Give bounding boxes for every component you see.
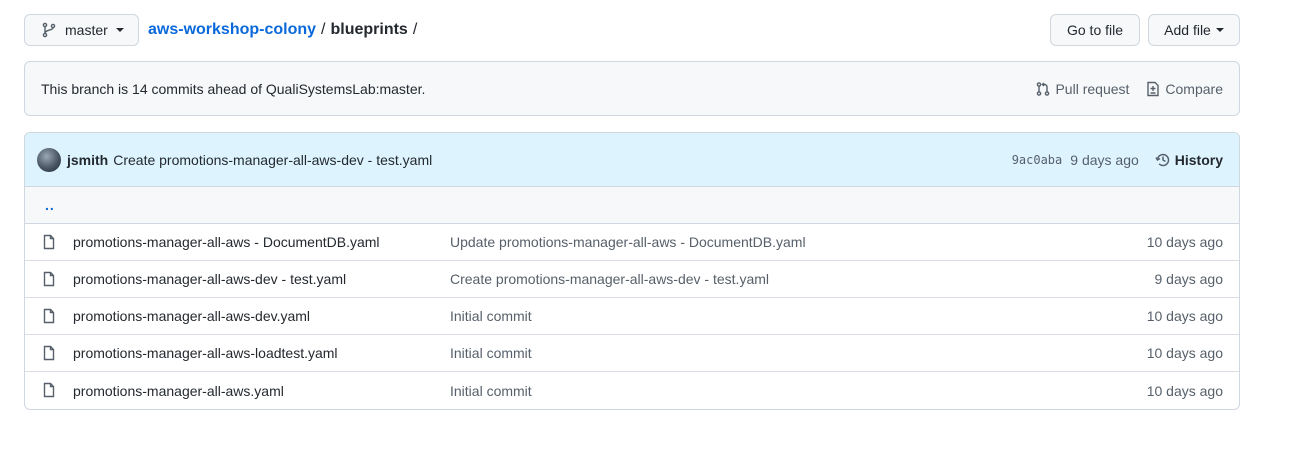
breadcrumb-current-dir: blueprints [330,21,408,38]
branch-name: master [65,22,108,38]
file-commit-message-link[interactable]: Create promotions-manager-all-aws-dev - … [450,271,769,287]
file-name-link[interactable]: promotions-manager-all-aws - DocumentDB.… [73,234,380,250]
file-name-link[interactable]: promotions-manager-all-aws.yaml [73,383,284,399]
file-commit-age: 10 days ago [1146,345,1223,361]
file-row: promotions-manager-all-aws-loadtest.yaml… [25,335,1239,372]
history-label: History [1174,151,1223,168]
file-commit-message-link[interactable]: Initial commit [450,383,532,399]
file-commit-message-link[interactable]: Initial commit [450,345,532,361]
file-name-link[interactable]: promotions-manager-all-aws-loadtest.yaml [73,345,338,361]
file-row: promotions-manager-all-aws.yaml Initial … [25,372,1239,409]
breadcrumb-separator: / [412,21,418,38]
commit-age: 9 days ago [1070,151,1139,168]
file-commit-message-link[interactable]: Update promotions-manager-all-aws - Docu… [450,234,806,250]
file-icon [41,234,57,250]
branch-select-button[interactable]: master [24,14,139,46]
file-icon [41,308,57,324]
breadcrumb-repo-link[interactable]: aws-workshop-colony [148,21,316,39]
chevron-down-icon [1215,28,1224,32]
file-commit-age: 10 days ago [1146,308,1223,324]
commit-sha-link[interactable]: 9ac0aba [1012,153,1063,167]
add-file-label: Add file [1164,22,1211,38]
commit-author-link[interactable]: jsmith [67,152,108,168]
file-row: promotions-manager-all-aws - DocumentDB.… [25,224,1239,261]
history-icon [1155,153,1170,166]
file-icon [41,382,57,398]
file-name-link[interactable]: promotions-manager-all-aws-dev - test.ya… [73,271,346,287]
history-link[interactable]: History [1155,152,1223,168]
file-commit-age: 10 days ago [1146,234,1223,250]
file-commit-age: 10 days ago [1146,382,1223,399]
breadcrumb-separator: / [321,21,326,38]
file-commit-message-link[interactable]: Initial commit [450,308,532,324]
file-browser: jsmith Create promotions-manager-all-aws… [24,132,1240,410]
go-to-file-button[interactable]: Go to file [1050,14,1140,46]
compare-link[interactable]: Compare [1145,81,1223,97]
pull-request-link[interactable]: Pull request [1035,81,1129,97]
file-icon [41,345,57,361]
breadcrumb: aws-workshop-colony / blueprints / [148,20,422,40]
file-icon [41,271,57,287]
branch-status-text: This branch is 14 commits ahead of Quali… [41,80,426,97]
latest-commit-bar: jsmith Create promotions-manager-all-aws… [25,133,1239,187]
file-diff-icon [1147,81,1160,96]
pull-request-icon [1037,81,1050,96]
add-file-button[interactable]: Add file [1148,14,1240,46]
file-row: promotions-manager-all-aws-dev - test.ya… [25,261,1239,298]
commit-message-link[interactable]: Create promotions-manager-all-aws-dev - … [113,152,1011,168]
chevron-down-icon [115,28,124,32]
pull-request-label: Pull request [1055,80,1130,97]
branch-status-box: This branch is 14 commits ahead of Quali… [24,61,1240,116]
compare-label: Compare [1165,80,1223,97]
go-to-file-label: Go to file [1066,22,1124,38]
parent-directory-link[interactable]: .. [25,187,1239,224]
avatar[interactable] [37,147,61,172]
git-branch-icon [41,22,57,38]
file-commit-age: 9 days ago [1154,271,1224,287]
file-row: promotions-manager-all-aws-dev.yaml Init… [25,298,1239,335]
file-name-link[interactable]: promotions-manager-all-aws-dev.yaml [73,308,310,324]
